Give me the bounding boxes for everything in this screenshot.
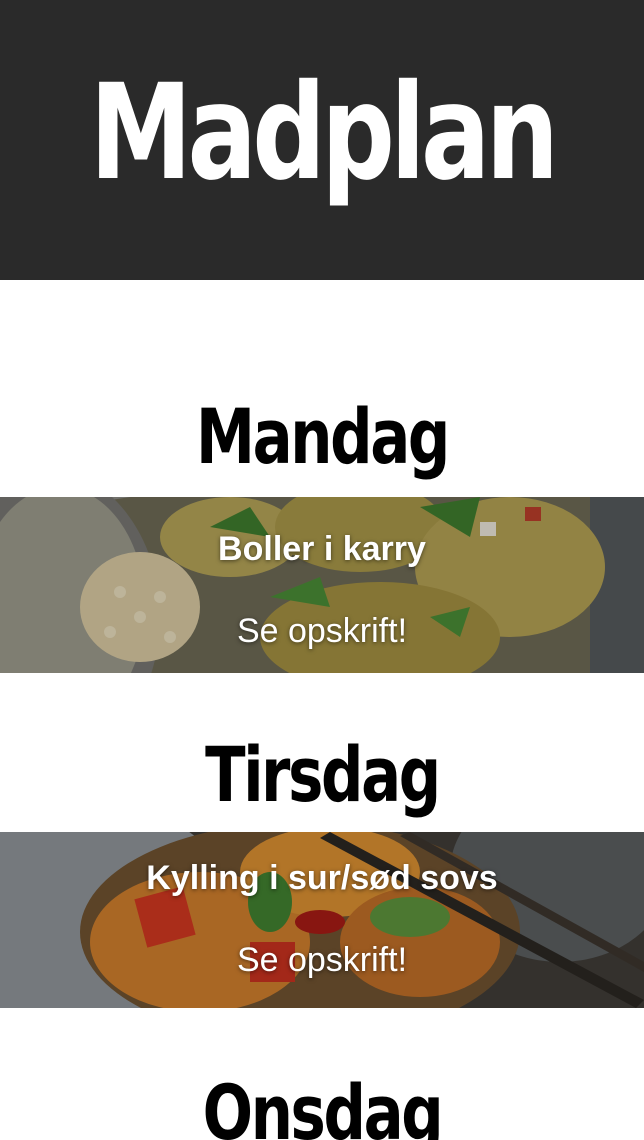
see-recipe-link-tuesday[interactable]: Se opskrift! <box>0 940 644 980</box>
page-title: Madplan <box>89 56 559 210</box>
recipe-name-monday: Boller i karry <box>218 530 426 568</box>
see-recipe-link-monday[interactable]: Se opskrift! <box>0 611 644 651</box>
recipe-card-monday[interactable]: Boller i karry Se opskrift! <box>0 497 644 673</box>
meal-plan-page: Madplan Mandag Boller i karry Se opskrif… <box>0 0 644 1140</box>
day-heading-wednesday: Onsdag <box>202 1068 444 1140</box>
header-banner: Madplan <box>0 0 644 280</box>
day-heading-monday: Mandag <box>195 392 450 481</box>
day-heading-tuesday: Tirsdag <box>205 730 441 819</box>
recipe-name-tuesday: Kylling i sur/sød sovs <box>146 859 498 897</box>
recipe-card-tuesday[interactable]: Kylling i sur/sød sovs Se opskrift! <box>0 832 644 1008</box>
